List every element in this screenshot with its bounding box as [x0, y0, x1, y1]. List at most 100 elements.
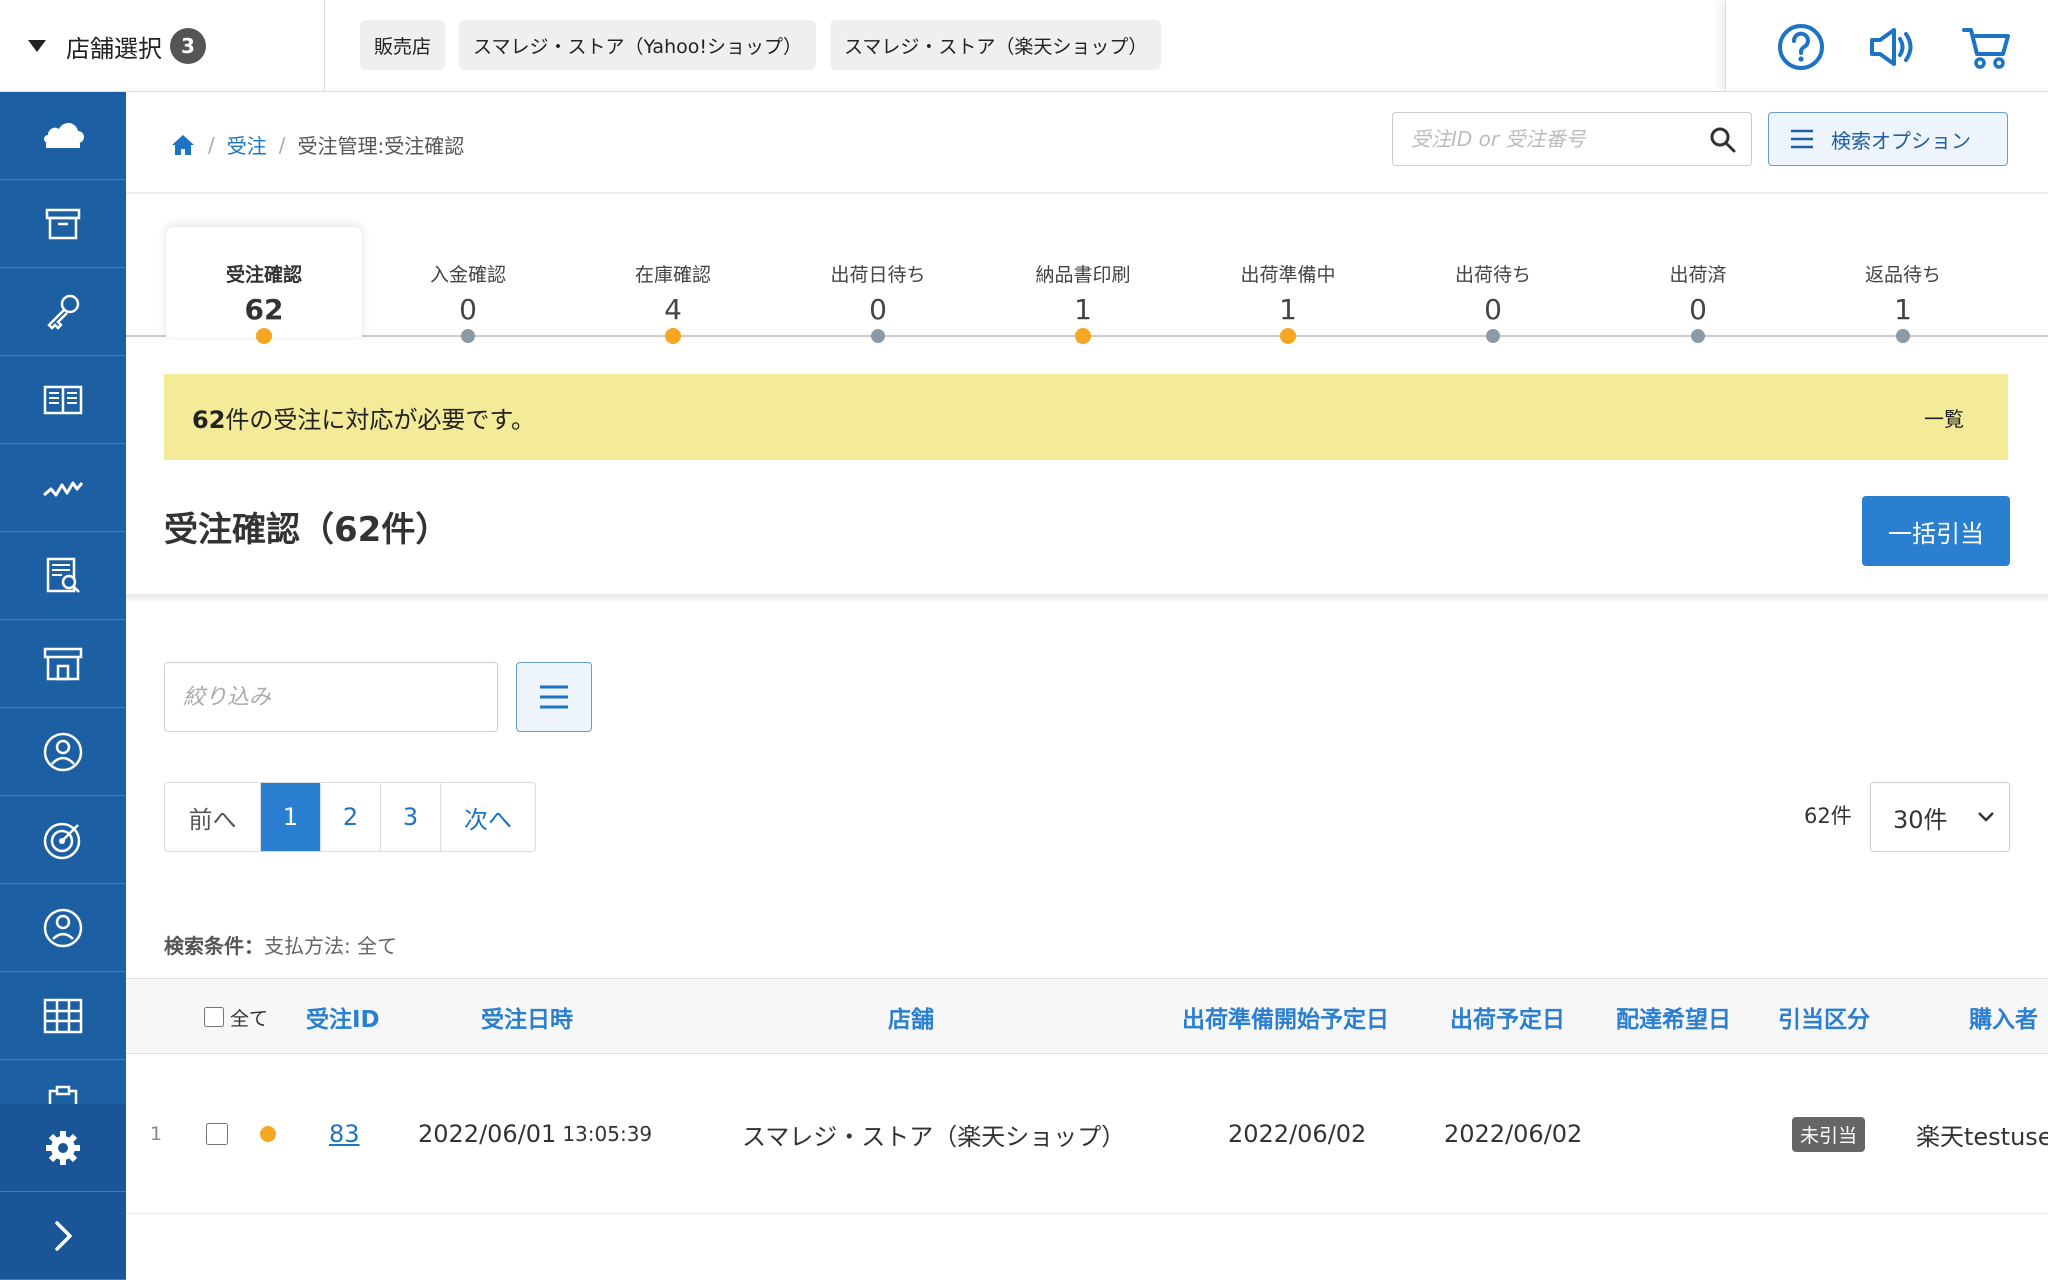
- pagination: 前へ 1 2 3 次へ: [164, 782, 536, 852]
- sidebar-item-cloud[interactable]: [0, 92, 126, 180]
- breadcrumb-parent[interactable]: 受注: [227, 130, 267, 159]
- divider: [126, 192, 2048, 194]
- sidebar-bottom: [0, 1104, 126, 1280]
- grid-icon: [43, 998, 83, 1033]
- page-title: 受注確認（62件）: [164, 510, 450, 550]
- status-dot: [1896, 329, 1910, 343]
- col-delivery-date[interactable]: 配達希望日: [1616, 979, 1731, 1055]
- sidebar: [0, 92, 126, 1280]
- chevron-right-icon: [55, 1220, 72, 1251]
- per-page-value: 30件: [1893, 805, 1948, 834]
- sidebar-expand-button[interactable]: [0, 1192, 126, 1280]
- status-dot: [1691, 329, 1705, 343]
- status-dot: [256, 328, 272, 344]
- sidebar-item-archive[interactable]: [0, 180, 126, 268]
- row-prep-date: 2022/06/02: [1228, 1120, 1367, 1148]
- pagination-prev[interactable]: 前へ: [165, 783, 261, 851]
- chevron-down-icon: [1978, 812, 1994, 822]
- action-required-alert: 62件の受注に対応が必要です。 一覧: [164, 374, 2008, 460]
- sidebar-item-settings[interactable]: [0, 1104, 126, 1192]
- step-return-waiting[interactable]: 返品待ち 1: [1805, 227, 2001, 343]
- top-bar: 店舗選択 3 販売店 スマレジ・ストア（Yahoo!ショップ） スマレジ・ストア…: [0, 0, 2048, 92]
- step-shipped[interactable]: 出荷済 0: [1600, 227, 1796, 343]
- col-store[interactable]: 店舗: [888, 979, 934, 1055]
- step-ship-waiting[interactable]: 出荷待ち 0: [1395, 227, 1591, 343]
- home-icon[interactable]: [170, 133, 196, 157]
- total-count: 62件: [1804, 804, 1852, 828]
- sidebar-item-staff[interactable]: [0, 708, 126, 796]
- col-allocation[interactable]: 引当区分: [1778, 979, 1870, 1055]
- key-icon: [47, 294, 80, 330]
- step-ship-preparing[interactable]: 出荷準備中 1: [1190, 227, 1386, 344]
- status-dot: [871, 329, 885, 343]
- customer-icon: [43, 908, 83, 947]
- col-ship-date[interactable]: 出荷予定日: [1450, 979, 1565, 1055]
- main-content: / 受注 / 受注管理:受注確認 検索オプション 受注確認 62 入金確認 0 …: [126, 92, 2048, 1280]
- order-status-steps: 受注確認 62 入金確認 0 在庫確認 4 出荷日待ち 0 納品書印刷 1 出荷…: [126, 227, 2048, 344]
- cart-icon[interactable]: [1961, 22, 2011, 72]
- store-chip[interactable]: 販売店: [360, 20, 446, 70]
- pagination-page[interactable]: 3: [381, 783, 441, 851]
- sidebar-item-analytics[interactable]: [0, 444, 126, 532]
- search-options-button[interactable]: 検索オプション: [1768, 112, 2008, 166]
- filter-input[interactable]: [164, 662, 498, 732]
- step-invoice-print[interactable]: 納品書印刷 1: [985, 227, 1181, 344]
- col-prep-start-date[interactable]: 出荷準備開始予定日: [1182, 979, 1389, 1055]
- alert-message: 62件の受注に対応が必要です。: [192, 405, 536, 434]
- step-stock-confirm[interactable]: 在庫確認 4: [575, 227, 771, 344]
- top-icon-group: [1725, 0, 2048, 92]
- sidebar-item-book[interactable]: [0, 356, 126, 444]
- caret-down-icon: [28, 40, 46, 52]
- menu-icon: [1791, 129, 1813, 149]
- store-chip[interactable]: スマレジ・ストア（Yahoo!ショップ）: [459, 20, 816, 70]
- step-payment-confirm[interactable]: 入金確認 0: [370, 227, 566, 343]
- row-checkbox-cell: [206, 1054, 228, 1214]
- status-dot: [1280, 328, 1296, 344]
- pagination-page[interactable]: 2: [321, 783, 381, 851]
- col-buyer[interactable]: 購入者: [1969, 979, 2038, 1055]
- pagination-page[interactable]: 1: [261, 783, 321, 851]
- step-order-confirm[interactable]: 受注確認 62: [166, 227, 362, 344]
- per-page-select[interactable]: 30件: [1870, 782, 2010, 852]
- megaphone-icon[interactable]: [1866, 22, 1916, 72]
- store-select-label: 店舗選択: [66, 34, 162, 63]
- store-icon: [43, 647, 83, 680]
- step-ship-date-wait[interactable]: 出荷日待ち 0: [780, 227, 976, 343]
- sidebar-item-key[interactable]: [0, 268, 126, 356]
- column-menu-button[interactable]: [516, 662, 592, 732]
- sidebar-item-report[interactable]: [0, 532, 126, 620]
- store-select-dropdown[interactable]: 店舗選択 3: [0, 0, 325, 92]
- row-store: スマレジ・ストア（楽天ショップ）: [742, 1122, 1126, 1151]
- pagination-next[interactable]: 次へ: [441, 783, 535, 851]
- sidebar-item-customer[interactable]: [0, 884, 126, 972]
- order-id-link[interactable]: 83: [329, 1120, 360, 1148]
- table-header: 全て 受注ID 受注日時 店舗 出荷準備開始予定日 出荷予定日 配達希望日 引当…: [126, 978, 2048, 1054]
- row-checkbox[interactable]: [206, 1123, 228, 1145]
- row-allocation: 未引当: [1792, 1054, 1866, 1214]
- status-dot: [1075, 328, 1091, 344]
- sidebar-item-target[interactable]: [0, 796, 126, 884]
- bulk-allocate-button[interactable]: 一括引当: [1862, 496, 2010, 566]
- col-order-id[interactable]: 受注ID: [306, 979, 380, 1055]
- alert-list-link[interactable]: 一覧: [1924, 403, 1980, 432]
- archive-box-icon: [45, 208, 81, 239]
- breadcrumb-current: 受注管理:受注確認: [297, 134, 465, 158]
- sidebar-item-grid[interactable]: [0, 972, 126, 1060]
- select-all-checkbox[interactable]: [204, 1007, 224, 1027]
- col-order-date[interactable]: 受注日時: [481, 979, 573, 1055]
- search-icon[interactable]: [1709, 126, 1737, 154]
- row-buyer: 楽天testuse: [1916, 1122, 2048, 1151]
- help-icon[interactable]: [1776, 22, 1826, 72]
- store-chip[interactable]: スマレジ・ストア（楽天ショップ）: [830, 20, 1162, 70]
- report-search-icon: [46, 557, 80, 593]
- status-dot: [1486, 329, 1500, 343]
- row-order-id: 83: [329, 1054, 360, 1214]
- sidebar-item-store[interactable]: [0, 620, 126, 708]
- cloud-icon: [44, 122, 84, 148]
- section-divider: [126, 594, 2048, 604]
- status-dot: [461, 329, 475, 343]
- order-search-input[interactable]: [1411, 127, 1701, 151]
- select-all[interactable]: 全て: [204, 979, 268, 1055]
- row-index: 1: [150, 1123, 163, 1145]
- table-row[interactable]: 1 83 2022/06/01 13:05:39 スマレジ・ストア（楽天ショップ）…: [126, 1054, 2048, 1214]
